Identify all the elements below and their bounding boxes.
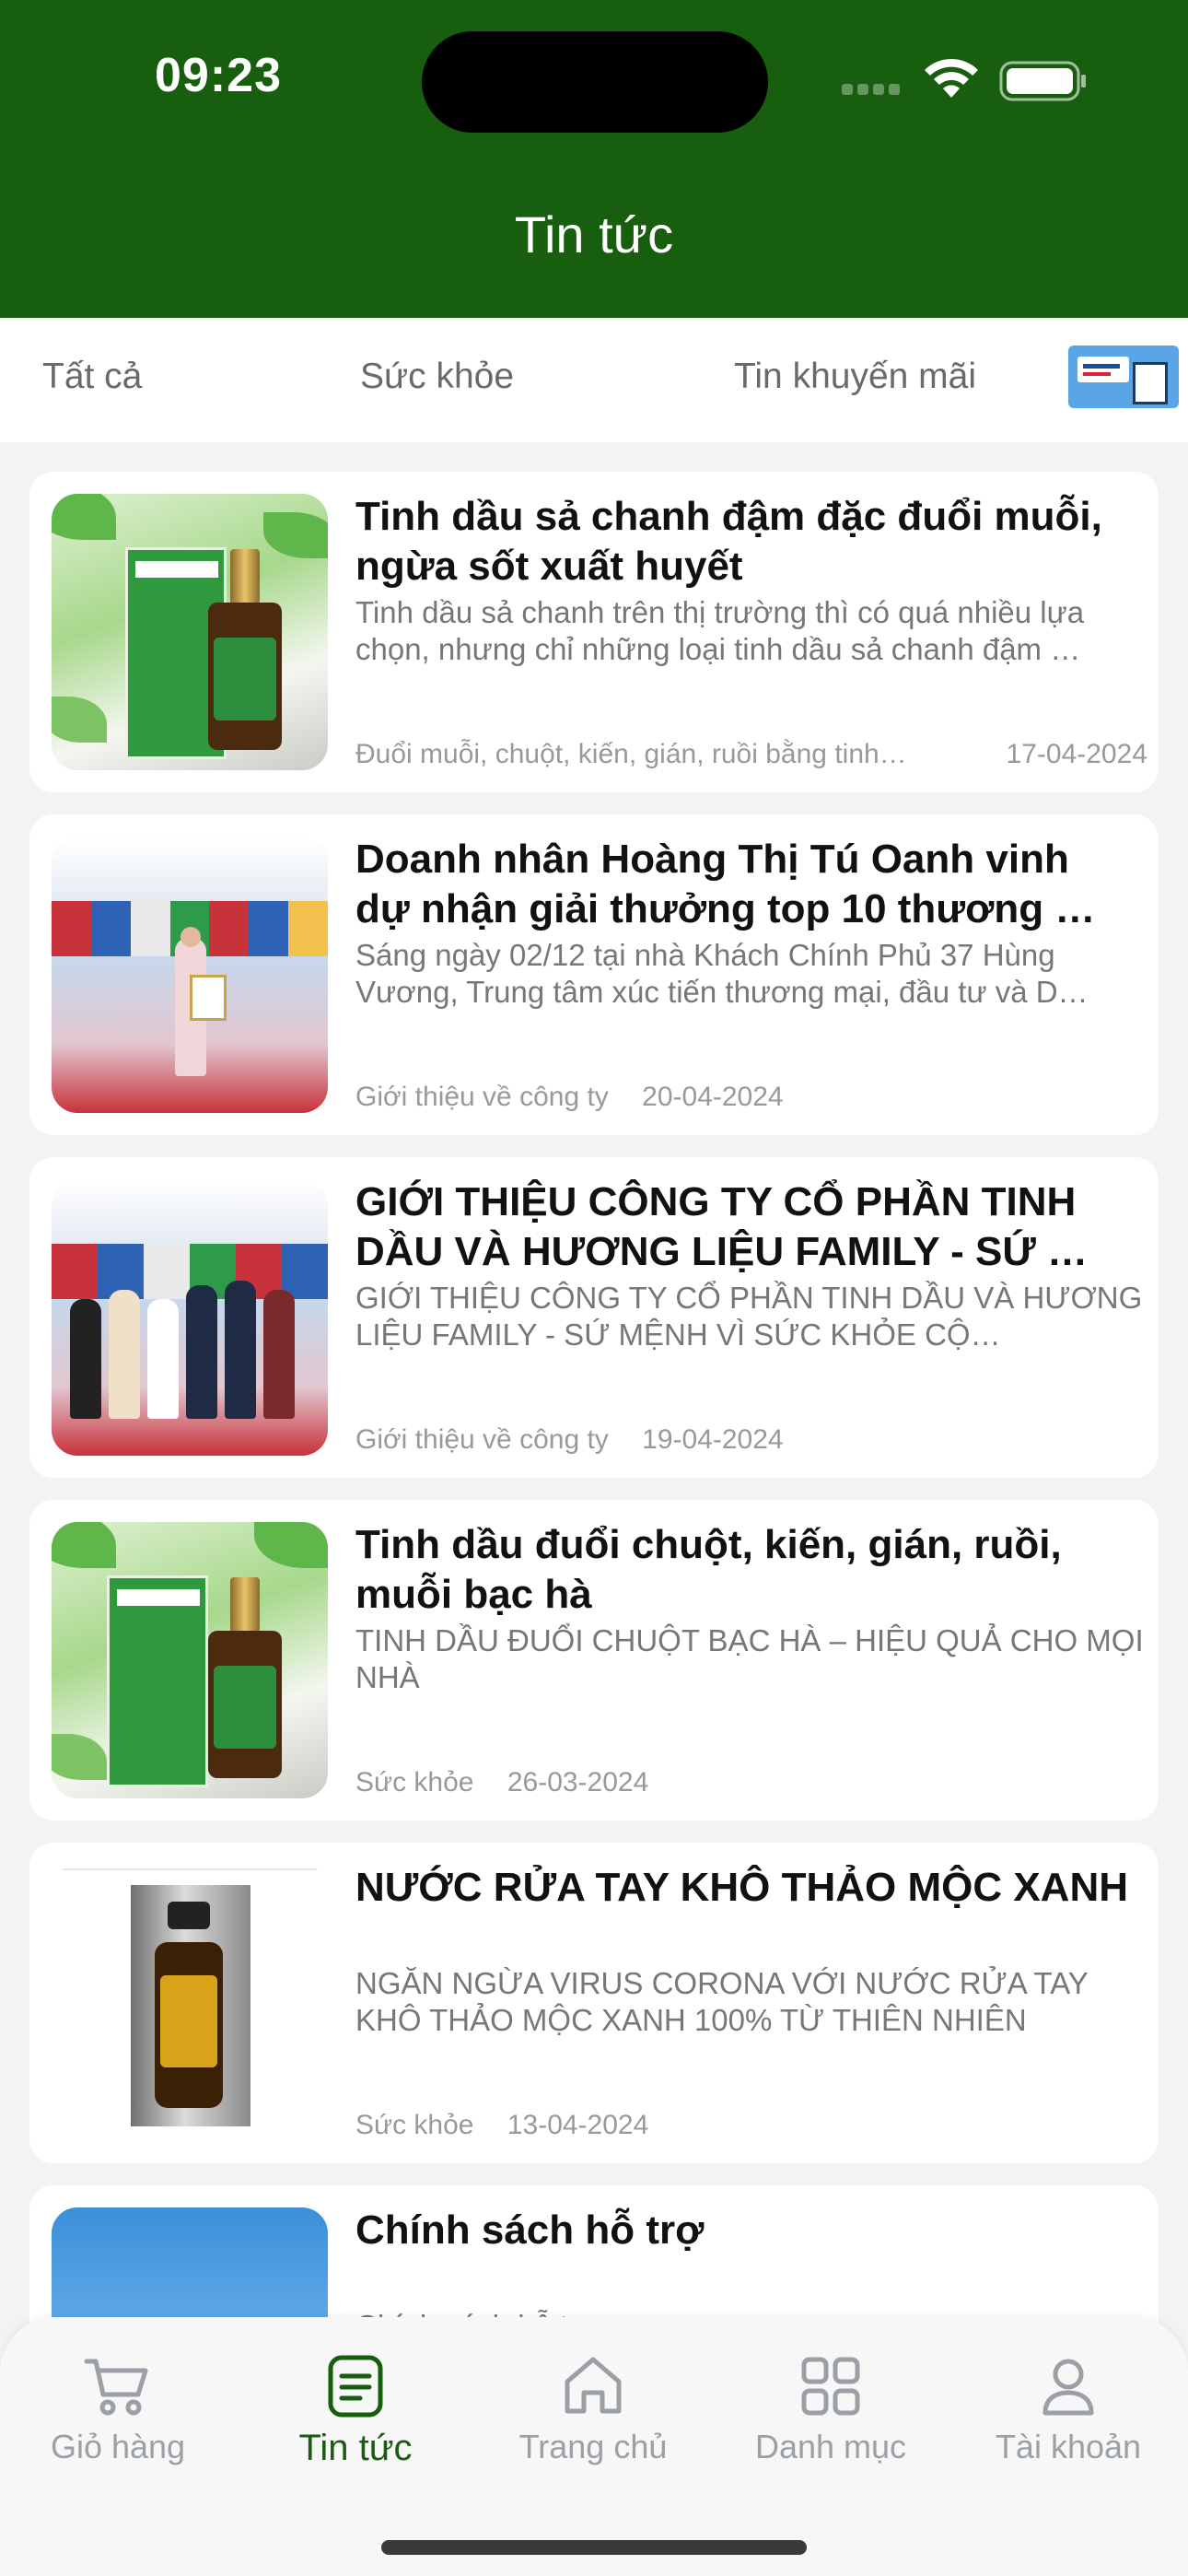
wifi-icon [925, 58, 978, 98]
article-thumbnail [52, 1522, 328, 1798]
article-thumbnail [52, 494, 328, 770]
article-category: Giới thiệu về công ty [355, 1424, 609, 1455]
article-meta: Đuổi muỗi, chuột, kiến, gián, ruồi bằng … [355, 739, 1147, 770]
nav-home[interactable]: Trang chủ [483, 2354, 704, 2466]
category-tabs: Tất cả Sức khỏe Tin khuyến mãi [0, 318, 1188, 442]
nav-label: Trang chủ [518, 2428, 668, 2465]
article-category: Giới thiệu về công ty [355, 1082, 609, 1112]
bottom-navigation: Giỏ hàng Tin tức Trang chủ Danh mục Tài … [0, 2317, 1188, 2576]
grid-icon [801, 2357, 860, 2416]
article-meta: Giới thiệu về công ty 20-04-2024 [355, 1082, 1147, 1113]
tab-promo[interactable]: Tin khuyến mãi [734, 357, 976, 397]
article-category: Sức khỏe [355, 1767, 474, 1797]
page-title: Tin tức [514, 205, 674, 263]
article-category: Đuổi muỗi, chuột, kiến, gián, ruồi bằng … [355, 739, 907, 769]
nav-news[interactable]: Tin tức [245, 2354, 466, 2469]
tab-all[interactable]: Tất cả [42, 357, 142, 397]
article-summary: Sáng ngày 02/12 tại nhà Khách Chính Phủ … [355, 938, 1089, 1009]
article-card[interactable]: NƯỚC RỬA TAY KHÔ THẢO MỘC XANH NGĂN NGỪA… [29, 1843, 1159, 2163]
article-title: GIỚI THIỆU CÔNG TY CỔ PHẦN TINH DẦU VÀ H… [355, 1179, 1089, 1274]
cart-icon [84, 2359, 148, 2416]
home-indicator[interactable] [381, 2540, 807, 2555]
article-title: Tinh dầu sả chanh đậm đặc đuổi muỗi, ngừ… [355, 494, 1102, 589]
article-summary: NGĂN NGỪA VIRUS CORONA VỚI NƯỚC RỬA TAY … [355, 1966, 1089, 2037]
news-screen: 09:23 Tin tức Tất cả Sức khỏe Tin khuyến… [0, 0, 1188, 2576]
nav-account[interactable]: Tài khoản [958, 2354, 1179, 2466]
article-date: 20-04-2024 [642, 1082, 784, 1112]
article-date: 26-03-2024 [507, 1767, 649, 1797]
user-icon [1042, 2359, 1094, 2416]
cellular-signal-icon [842, 83, 904, 100]
status-time: 09:23 [155, 49, 282, 102]
article-card[interactable]: Tinh dầu đuổi chuột, kiến, gián, ruồi, m… [29, 1500, 1159, 1821]
tab-health[interactable]: Sức khỏe [360, 357, 514, 397]
article-title: NƯỚC RỬA TAY KHÔ THẢO MỘC XANH [355, 1865, 1129, 1910]
article-category: Sức khỏe [355, 2110, 474, 2140]
article-thumbnail [52, 1179, 328, 1456]
article-meta: Giới thiệu về công ty 19-04-2024 [355, 1424, 1147, 1456]
article-title: Tinh dầu đuổi chuột, kiến, gián, ruồi, m… [355, 1522, 1062, 1617]
article-card[interactable]: GIỚI THIỆU CÔNG TY CỔ PHẦN TINH DẦU VÀ H… [29, 1157, 1159, 1478]
article-meta: Sức khỏe 26-03-2024 [355, 1767, 1147, 1798]
article-card[interactable]: Tinh dầu sả chanh đậm đặc đuổi muỗi, ngừ… [29, 472, 1159, 792]
article-thumbnail [52, 837, 328, 1113]
nav-label: Danh mục [754, 2428, 907, 2465]
article-meta: Sức khỏe 13-04-2024 [355, 2110, 1147, 2141]
news-icon [328, 2355, 383, 2418]
article-date: 17-04-2024 [1006, 739, 1147, 769]
article-thumbnail [52, 1865, 328, 2141]
nav-category[interactable]: Danh mục [720, 2354, 941, 2466]
article-date: 13-04-2024 [507, 2110, 649, 2140]
app-header: 09:23 Tin tức [0, 0, 1188, 318]
nav-label: Giỏ hàng [50, 2428, 186, 2465]
nav-label: Tin tức [298, 2428, 413, 2468]
battery-icon [999, 61, 1086, 101]
article-date: 19-04-2024 [642, 1424, 784, 1455]
nav-cart[interactable]: Giỏ hàng [7, 2354, 228, 2466]
tab-thumbnail-image[interactable] [1068, 345, 1179, 408]
article-summary: GIỚI THIỆU CÔNG TY CỔ PHẦN TINH DẦU VÀ H… [355, 1281, 1143, 1352]
article-summary: Tinh dầu sả chanh trên thị trường thì có… [355, 595, 1085, 666]
article-title: Doanh nhân Hoàng Thị Tú Oanh vinh dự nhậ… [355, 837, 1096, 931]
article-card[interactable]: Doanh nhân Hoàng Thị Tú Oanh vinh dự nhậ… [29, 814, 1159, 1135]
home-icon [565, 2357, 622, 2414]
dynamic-island [422, 31, 768, 133]
article-title: Chính sách hỗ trợ [355, 2207, 705, 2253]
nav-label: Tài khoản [995, 2428, 1142, 2465]
article-summary: TINH DẦU ĐUỔI CHUỘT BẠC HÀ – HIỆU QUẢ CH… [355, 1623, 1144, 1694]
